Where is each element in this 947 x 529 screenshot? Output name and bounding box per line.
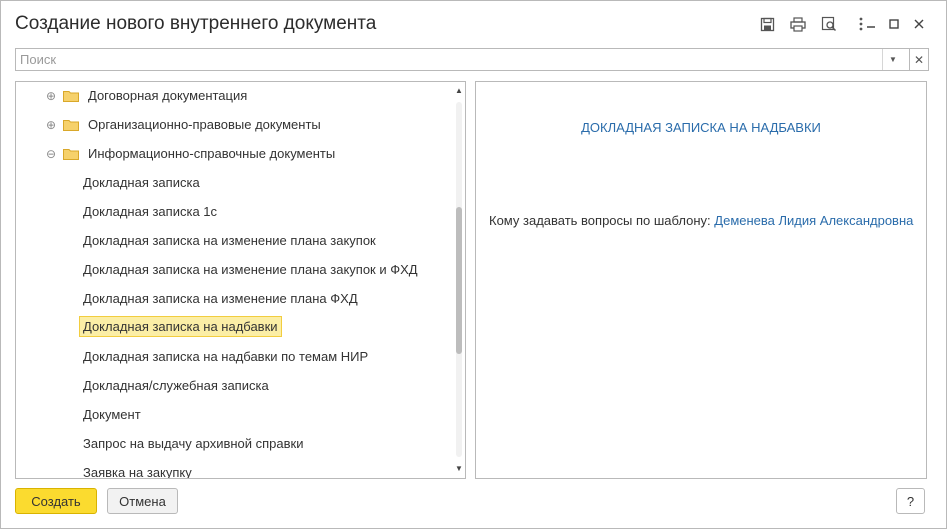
tree-item-label: Докладная записка на надбавки xyxy=(79,316,282,337)
search-clear-button[interactable]: ✕ xyxy=(909,48,929,71)
print-icon[interactable] xyxy=(788,14,808,34)
expand-icon[interactable]: ⊕ xyxy=(46,90,56,102)
cancel-button[interactable]: Отмена xyxy=(107,488,178,514)
tree-item[interactable]: Документ xyxy=(16,404,446,428)
tree-item-label: Докладная записка на изменение плана зак… xyxy=(83,262,418,277)
expand-icon[interactable]: ⊕ xyxy=(46,119,56,131)
tree-item[interactable]: Докладная/служебная записка xyxy=(16,375,446,399)
tree-item[interactable]: Запрос на выдачу архивной справки xyxy=(16,433,446,457)
tree-group-label: Информационно-справочные документы xyxy=(88,146,336,161)
help-button[interactable]: ? xyxy=(896,488,925,514)
tree-item-selected[interactable]: Докладная записка на надбавки xyxy=(16,316,446,341)
tree-group-legal[interactable]: ⊕ Организационно-правовые документы xyxy=(16,114,446,138)
preview-icon[interactable] xyxy=(819,14,839,34)
template-tree: ⊕ Договорная документация ⊕ Организацион… xyxy=(15,81,466,479)
folder-open-icon xyxy=(63,149,79,160)
chevron-down-icon: ▼ xyxy=(889,55,897,64)
tree-item-label: Докладная записка 1с xyxy=(83,204,218,219)
tree-item-label: Докладная записка на изменение плана зак… xyxy=(83,233,376,248)
tree-group-label: Организационно-правовые документы xyxy=(88,117,321,132)
folder-icon xyxy=(63,120,79,131)
tree-item-label: Докладная/служебная записка xyxy=(83,378,269,393)
collapse-icon[interactable]: ⊖ xyxy=(46,148,56,160)
tree-group-label: Договорная документация xyxy=(88,88,248,103)
template-preview: ДОКЛАДНАЯ ЗАПИСКА НА НАДБАВКИ Кому задав… xyxy=(475,81,927,479)
tree-group-contracts[interactable]: ⊕ Договорная документация xyxy=(16,85,446,109)
questions-label: Кому задавать вопросы по шаблону: xyxy=(489,213,711,228)
clear-icon: ✕ xyxy=(913,52,925,67)
tree-item-label: Заявка на закупку xyxy=(83,465,192,479)
search-box: ▼ ✕ xyxy=(15,48,929,71)
window-title: Создание нового внутреннего документа xyxy=(15,13,377,34)
scroll-up-button[interactable]: ▲ xyxy=(453,84,465,96)
questions-line: Кому задавать вопросы по шаблону: Демене… xyxy=(489,213,913,228)
tree-item[interactable]: Докладная записка на изменение плана зак… xyxy=(16,259,446,283)
tree-item[interactable]: Докладная записка на надбавки по темам Н… xyxy=(16,346,446,370)
scroll-down-button[interactable]: ▼ xyxy=(453,462,465,474)
chevron-up-icon: ▲ xyxy=(455,85,463,95)
tree-item[interactable]: Докладная записка 1с xyxy=(16,201,446,225)
save-icon[interactable] xyxy=(757,14,777,34)
close-icon[interactable] xyxy=(909,14,929,34)
tree-item-label: Запрос на выдачу архивной справки xyxy=(83,436,304,451)
dialog-window: Создание нового внутреннего документа ▼ … xyxy=(0,0,947,529)
tree-item[interactable]: Докладная записка xyxy=(16,172,446,196)
template-title: ДОКЛАДНАЯ ЗАПИСКА НА НАДБАВКИ xyxy=(581,120,821,135)
tree-scrollbar[interactable]: ▲ ▼ xyxy=(453,82,465,478)
tree-group-reference[interactable]: ⊖ Информационно-справочные документы xyxy=(16,143,446,167)
tree-item-label: Докладная записка на изменение плана ФХД xyxy=(83,291,358,306)
chevron-down-icon: ▼ xyxy=(455,463,463,473)
tree-item[interactable]: Докладная записка на изменение плана ФХД xyxy=(16,288,446,312)
tree-item-label: Докладная записка xyxy=(83,175,200,190)
tree-item-label: Документ xyxy=(83,407,141,422)
search-dropdown-button[interactable]: ▼ xyxy=(882,49,903,70)
maximize-icon[interactable] xyxy=(884,14,904,34)
folder-icon xyxy=(63,91,79,102)
search-input[interactable] xyxy=(16,49,882,70)
contact-link[interactable]: Деменева Лидия Александровна xyxy=(714,213,913,228)
tree-item-label: Докладная записка на надбавки по темам Н… xyxy=(83,349,369,364)
create-button[interactable]: Создать xyxy=(15,488,97,514)
tree-item[interactable]: Заявка на закупку xyxy=(16,462,446,479)
minimize-icon[interactable] xyxy=(861,14,881,34)
tree-item[interactable]: Докладная записка на изменение плана зак… xyxy=(16,230,446,254)
scroll-thumb[interactable] xyxy=(456,207,462,354)
